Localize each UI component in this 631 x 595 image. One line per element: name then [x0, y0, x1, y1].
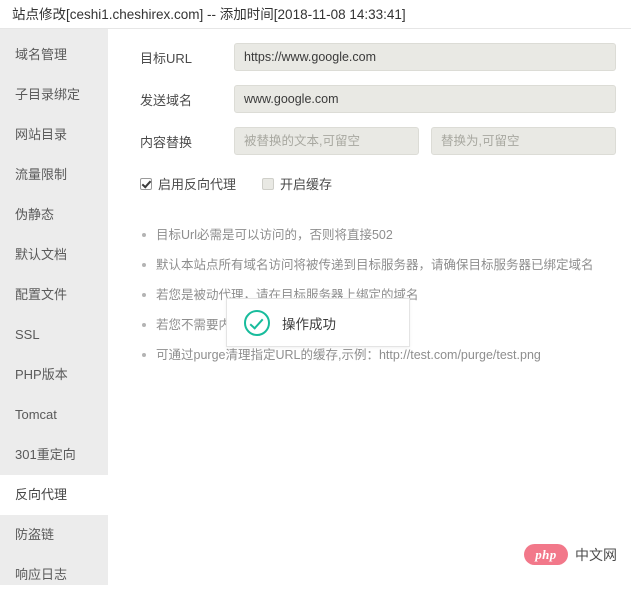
window-title: 站点修改[ceshi1.cheshirex.com] -- 添加时间[2018-… — [0, 0, 631, 29]
sidebar-item-12[interactable]: 防盗链 — [0, 515, 108, 555]
body-wrapper: 域名管理 子目录绑定 网站目录 流量限制 伪静态 默认文档 配置文件 SSL PHP版本 Tomc… — [0, 29, 631, 585]
sidebar-item-7[interactable]: SSL — [0, 315, 108, 355]
sidebar-item-3[interactable]: 流量限制 — [0, 155, 108, 195]
form-row-target-url: 目标URL — [126, 43, 616, 71]
label-send-domain: 发送域名 — [140, 92, 193, 108]
send-domain-input[interactable] — [234, 85, 616, 113]
page-root: 站点修改[ceshi1.cheshirex.com] -- 添加时间[2018-… — [0, 0, 631, 585]
content-replace-to-input[interactable] — [431, 127, 616, 155]
sidebar-item-9[interactable]: Tomcat — [0, 395, 108, 435]
form-row-send-domain: 发送域名 — [126, 85, 616, 113]
php-logo-icon: php — [524, 544, 568, 565]
sidebar-item-11[interactable]: 反向代理 — [0, 475, 108, 515]
content-replace-from-input[interactable] — [234, 127, 419, 155]
check-circle-icon — [244, 309, 270, 336]
enable-cache-checkbox[interactable] — [262, 177, 275, 190]
tip-item: 可通过purge清理指定URL的缓存,示例：http://test.com/pu… — [140, 347, 616, 363]
checkbox-row: 启用反向代理 开启缓存 — [126, 174, 616, 193]
sidebar-item-6[interactable]: 配置文件 — [0, 275, 108, 315]
sidebar-item-0[interactable]: 域名管理 — [0, 35, 108, 75]
enable-proxy-checkbox[interactable] — [140, 177, 152, 190]
sidebar-item-1[interactable]: 子目录绑定 — [0, 75, 108, 115]
tip-item: 目标Url必需是可以访问的，否则将直接502 — [140, 227, 616, 243]
sidebar-item-4[interactable]: 伪静态 — [0, 195, 108, 235]
watermark-site-text: 中文网 — [575, 546, 617, 563]
label-content-replace: 内容替换 — [140, 134, 193, 150]
sidebar-nav: 域名管理 子目录绑定 网站目录 流量限制 伪静态 默认文档 配置文件 SSL PHP版本 Tomc… — [0, 29, 108, 585]
enable-proxy-label: 启用反向代理 — [158, 177, 237, 192]
enable-cache-checkbox-group[interactable]: 开启缓存 — [262, 174, 332, 193]
form-row-content-replace: 内容替换 — [126, 127, 616, 155]
sidebar-item-5[interactable]: 默认文档 — [0, 235, 108, 275]
watermark: php 中文网 — [524, 544, 617, 565]
enable-proxy-checkbox-group[interactable]: 启用反向代理 — [140, 174, 236, 193]
sidebar-item-10[interactable]: 301重定向 — [0, 435, 108, 475]
toast-message: 操作成功 — [282, 316, 336, 332]
sidebar-item-2[interactable]: 网站目录 — [0, 115, 108, 155]
tip-item: 默认本站点所有域名访问将被传递到目标服务器，请确保目标服务器已绑定域名 — [140, 257, 616, 273]
target-url-input[interactable] — [234, 43, 616, 71]
success-toast: 操作成功 — [226, 298, 410, 347]
enable-cache-label: 开启缓存 — [280, 177, 333, 192]
sidebar-item-8[interactable]: PHP版本 — [0, 355, 108, 395]
sidebar-item-13[interactable]: 响应日志 — [0, 555, 108, 595]
label-target-url: 目标URL — [140, 50, 193, 66]
